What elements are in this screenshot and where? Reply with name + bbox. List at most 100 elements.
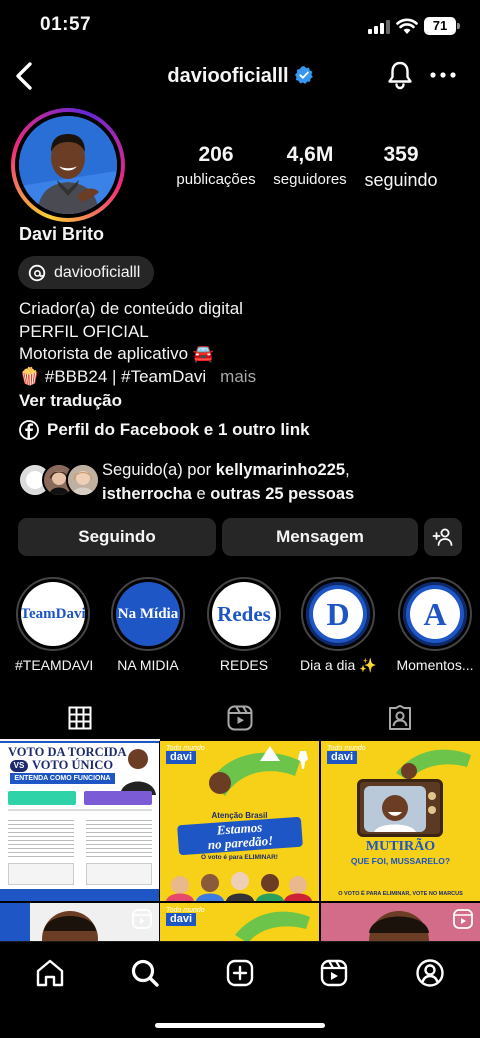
post-thumbnail[interactable]: [321, 903, 480, 941]
create-icon: [226, 959, 254, 987]
followed-prefix: Seguido(a) por: [102, 461, 216, 479]
post-vs-badge: VS: [10, 760, 28, 772]
highlight-teamdavi[interactable]: TeamDavi #TEAMDAVI: [15, 577, 94, 673]
search-icon: [131, 959, 159, 987]
bio-more-link[interactable]: mais: [220, 367, 256, 386]
highlight-redes[interactable]: Redes REDES: [206, 577, 282, 673]
highlight-cover-text: Na Mídia: [117, 605, 179, 622]
highlight-cover: Redes: [212, 582, 276, 646]
reels-icon: [320, 959, 348, 987]
bell-icon[interactable]: [386, 60, 414, 90]
status-bar: 01:57 71: [0, 0, 480, 50]
facebook-icon: [19, 420, 39, 440]
mutual-user-2[interactable]: istherrocha: [102, 485, 192, 503]
stat-posts-value: 206: [198, 143, 234, 166]
bio-line-4: 🍿 #BBB24 | #TeamDavi: [19, 366, 207, 386]
highlight-caption: REDES: [219, 657, 269, 673]
see-translation-link[interactable]: Ver tradução: [19, 391, 122, 411]
threads-icon: [28, 264, 46, 281]
profile-links[interactable]: Perfil do Facebook e 1 outro link: [19, 420, 310, 440]
post-tag-b: davi: [166, 751, 197, 764]
stat-followers-value: 4,6M: [286, 143, 334, 166]
tab-reels[interactable]: [160, 695, 320, 741]
wifi-icon: [396, 18, 418, 34]
header-username: daviooficialll: [167, 65, 289, 87]
signal-icon: [368, 20, 390, 34]
battery-icon: 71: [424, 17, 460, 35]
stat-following-label: seguindo: [364, 170, 438, 190]
stat-posts[interactable]: 206 publicações: [172, 143, 260, 188]
post-thumbnail[interactable]: Todo mundo davi Atenção Brasil Estamos n…: [160, 741, 319, 901]
post-footer: O voto é para ELIMINAR!: [201, 854, 278, 861]
profile-header: daviooficialll: [0, 55, 480, 99]
content-tabs: [0, 695, 480, 741]
post-thumbnail[interactable]: [0, 903, 159, 941]
profile-actions: Seguindo Mensagem: [18, 518, 462, 556]
post-thumbnail[interactable]: VOTO DA TORCIDA VS VOTO ÚNICO ENTENDA CO…: [0, 741, 159, 901]
stat-posts-label: publicações: [176, 171, 256, 188]
tab-grid[interactable]: [0, 695, 160, 741]
more-icon[interactable]: [430, 71, 456, 79]
add-person-icon: [432, 528, 453, 546]
profile-links-text: Perfil do Facebook e 1 outro link: [47, 420, 310, 439]
home-indicator: [155, 1023, 325, 1028]
highlight-dia-a-dia[interactable]: D Dia a dia ✨: [300, 577, 377, 674]
bio-line-3: Motorista de aplicativo 🚘: [19, 344, 215, 363]
tab-tagged[interactable]: [320, 695, 480, 741]
tagged-icon: [389, 705, 411, 730]
post-title-b: VOTO ÚNICO: [32, 758, 114, 772]
status-time: 01:57: [40, 14, 92, 35]
mutual-others[interactable]: outras 25 pessoas: [210, 485, 354, 503]
highlight-cover-text: TeamDavi: [21, 605, 85, 622]
highlight-caption: Momentos...: [396, 657, 474, 673]
stat-following[interactable]: 359 seguindo: [356, 143, 446, 191]
post-thumbnail[interactable]: Todo mundo davi: [160, 903, 319, 941]
highlight-cover: A: [403, 582, 467, 646]
post-thumbnail[interactable]: Todo mundo davi MUTIRÃO QUE FOI, MUSSARE…: [321, 741, 480, 901]
reel-badge-icon: [132, 909, 152, 929]
post-subtitle: ENTENDA COMO FUNCIONA: [10, 773, 115, 784]
highlight-cover: TeamDavi: [21, 582, 85, 646]
battery-level: 71: [432, 18, 448, 33]
following-button[interactable]: Seguindo: [18, 518, 216, 556]
post-tag-b: davi: [327, 751, 358, 764]
followed-by[interactable]: Seguido(a) por kellymarinho225, istherro…: [18, 458, 468, 506]
nav-search[interactable]: [127, 956, 163, 990]
highlight-cover-text: D: [326, 595, 350, 632]
nav-profile[interactable]: [412, 956, 448, 990]
profile-full-name: Davi Brito: [19, 224, 105, 244]
mutual-user-1[interactable]: kellymarinho225: [216, 461, 345, 479]
threads-badge[interactable]: daviooficialll: [18, 256, 155, 289]
nav-home[interactable]: [32, 956, 68, 990]
post-headline-a: MUTIRÃO: [365, 839, 436, 854]
bio-line-2: PERFIL OFICIAL: [19, 321, 149, 341]
avatar: [19, 116, 117, 214]
suggest-user-button[interactable]: [424, 518, 462, 556]
message-button[interactable]: Mensagem: [222, 518, 418, 556]
highlight-caption: #TEAMDAVI: [15, 657, 94, 673]
reel-badge-icon: [453, 909, 473, 929]
highlight-cover: Na Mídia: [116, 582, 180, 646]
followed-mid: e: [191, 485, 211, 503]
profile-icon: [416, 959, 444, 987]
post-footer: O VOTO É PARA ELIMINAR, VOTE NO MARCUS: [338, 891, 463, 897]
stat-following-value: 359: [383, 143, 419, 166]
followed-by-text: Seguido(a) por kellymarinho225, istherro…: [102, 458, 472, 506]
nav-create[interactable]: [222, 956, 258, 990]
profile-avatar[interactable]: [11, 108, 125, 222]
verified-icon: [294, 66, 313, 84]
followed-sep: ,: [345, 461, 350, 479]
highlight-momentos[interactable]: A Momentos...: [395, 577, 475, 673]
highlight-cover-text: Redes: [217, 601, 271, 626]
stat-followers[interactable]: 4,6M seguidores: [264, 143, 356, 188]
nav-reels[interactable]: [316, 956, 352, 990]
highlight-caption: Dia a dia ✨: [300, 657, 377, 673]
highlight-cover: D: [306, 582, 370, 646]
mutual-avatar: [66, 463, 100, 497]
stat-followers-label: seguidores: [273, 171, 347, 188]
highlight-na-midia[interactable]: Na Mídia NA MIDIA: [110, 577, 186, 673]
threads-handle: daviooficialll: [54, 263, 141, 281]
bottom-nav: [0, 941, 480, 1038]
highlight-caption: NA MIDIA: [117, 657, 179, 673]
post-tag-b: davi: [166, 913, 197, 926]
